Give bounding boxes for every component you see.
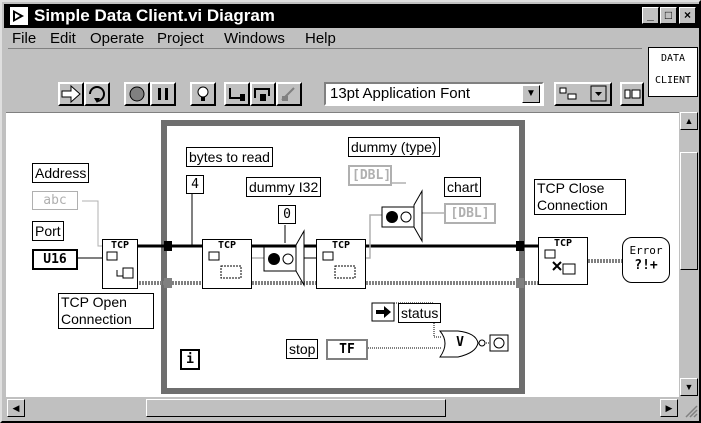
menu-windows[interactable]: Windows	[224, 30, 285, 47]
vertical-scrollbar[interactable]: ▲ ▼	[679, 112, 699, 396]
bytes-to-read-label: bytes to read	[186, 147, 273, 167]
tcp-read-node-1[interactable]: TCP	[202, 239, 252, 289]
title-bar[interactable]: Simple Data Client.vi Diagram _ □ ×	[4, 4, 699, 28]
dummy-type-label: dummy (type)	[348, 137, 440, 157]
dummy-type-const-text: DBL	[359, 168, 384, 183]
vi-diagram-window: Simple Data Client.vi Diagram _ □ × File…	[0, 0, 701, 423]
font-select[interactable]: 13pt Application Font ▼	[324, 82, 544, 106]
align-objects-select[interactable]	[554, 82, 612, 106]
tcp-open-node[interactable]: TCP	[102, 239, 138, 289]
step-over-icon[interactable]	[250, 82, 276, 106]
block-diagram[interactable]: Address abc Port U16 TCP TCP Open Connec…	[6, 112, 679, 397]
abort-icon[interactable]	[124, 82, 150, 106]
scroll-up-icon[interactable]: ▲	[680, 112, 698, 130]
vi-icon[interactable]: DATA CLIENT	[648, 47, 698, 97]
close-button[interactable]: ×	[679, 7, 696, 24]
tcp-read-icon	[322, 251, 356, 279]
minimize-button[interactable]: _	[642, 7, 659, 24]
chevron-down-icon[interactable]: ▼	[522, 85, 540, 103]
dummy-i32-constant[interactable]: 0	[278, 205, 296, 224]
menu-divider	[8, 48, 642, 49]
tcp-close-icon	[544, 249, 576, 275]
menu-edit[interactable]: Edit	[50, 30, 76, 47]
resize-grip-icon[interactable]	[682, 402, 698, 418]
scroll-left-icon[interactable]: ◀	[7, 399, 25, 417]
error-symbol: ?!+	[634, 258, 658, 273]
error-text: Error	[629, 244, 663, 257]
tcp-close-label: TCP Close Connection	[534, 179, 626, 215]
or-symbol: V	[456, 335, 464, 350]
vertical-scroll-thumb[interactable]	[680, 152, 698, 270]
run-arrow-icon[interactable]	[58, 82, 84, 106]
address-constant[interactable]: abc	[32, 191, 78, 210]
bytes-to-read-constant[interactable]: 4	[186, 175, 204, 194]
tcp-open-label: TCP Open Connection	[58, 293, 154, 329]
scroll-right-icon[interactable]: ▶	[660, 399, 678, 417]
vi-icon-line2: CLIENT	[654, 75, 692, 86]
vi-icon-line1: DATA	[660, 53, 686, 64]
simple-error-handler-node[interactable]: Error ?!+	[622, 237, 670, 283]
step-into-icon[interactable]	[224, 82, 250, 106]
menu-file[interactable]: File	[12, 30, 36, 47]
chart-terminal-text: DBL	[458, 206, 482, 221]
step-out-icon[interactable]	[276, 82, 302, 106]
tcp-read-node-2[interactable]: TCP	[316, 239, 366, 289]
menu-bar: File Edit Operate Project Windows Help	[4, 28, 644, 50]
scroll-down-icon[interactable]: ▼	[680, 378, 698, 396]
menu-project[interactable]: Project	[157, 30, 204, 47]
window-title: Simple Data Client.vi Diagram	[34, 6, 275, 25]
labview-app-icon	[10, 7, 28, 25]
stop-label: stop	[286, 339, 319, 359]
horizontal-scrollbar[interactable]: ◀ ▶	[6, 398, 679, 418]
port-constant[interactable]: U16	[32, 249, 78, 270]
tcp-close-node[interactable]: TCP	[538, 237, 588, 285]
pause-icon[interactable]	[150, 82, 176, 106]
menu-operate[interactable]: Operate	[90, 30, 144, 47]
tcp-read-icon	[208, 251, 242, 279]
dummy-i32-label: dummy I32	[246, 177, 322, 197]
highlight-execution-icon[interactable]	[190, 82, 216, 106]
chart-terminal[interactable]: [DBL]	[444, 203, 496, 224]
stop-terminal[interactable]: TF	[326, 339, 368, 360]
loop-iteration-terminal: i	[180, 349, 200, 370]
network-computer-icon	[106, 251, 134, 279]
run-continuous-icon[interactable]	[84, 82, 110, 106]
horizontal-scroll-thumb[interactable]	[146, 399, 446, 417]
font-select-value: 13pt Application Font	[330, 85, 471, 102]
menu-help[interactable]: Help	[305, 30, 336, 47]
distribute-objects-select[interactable]	[620, 82, 644, 106]
port-label: Port	[32, 221, 64, 241]
chart-label: chart	[444, 177, 482, 197]
address-label: Address	[32, 163, 90, 183]
maximize-button[interactable]: □	[660, 7, 677, 24]
status-label: status	[398, 303, 442, 323]
dummy-type-constant[interactable]: [DBL]	[348, 165, 392, 186]
